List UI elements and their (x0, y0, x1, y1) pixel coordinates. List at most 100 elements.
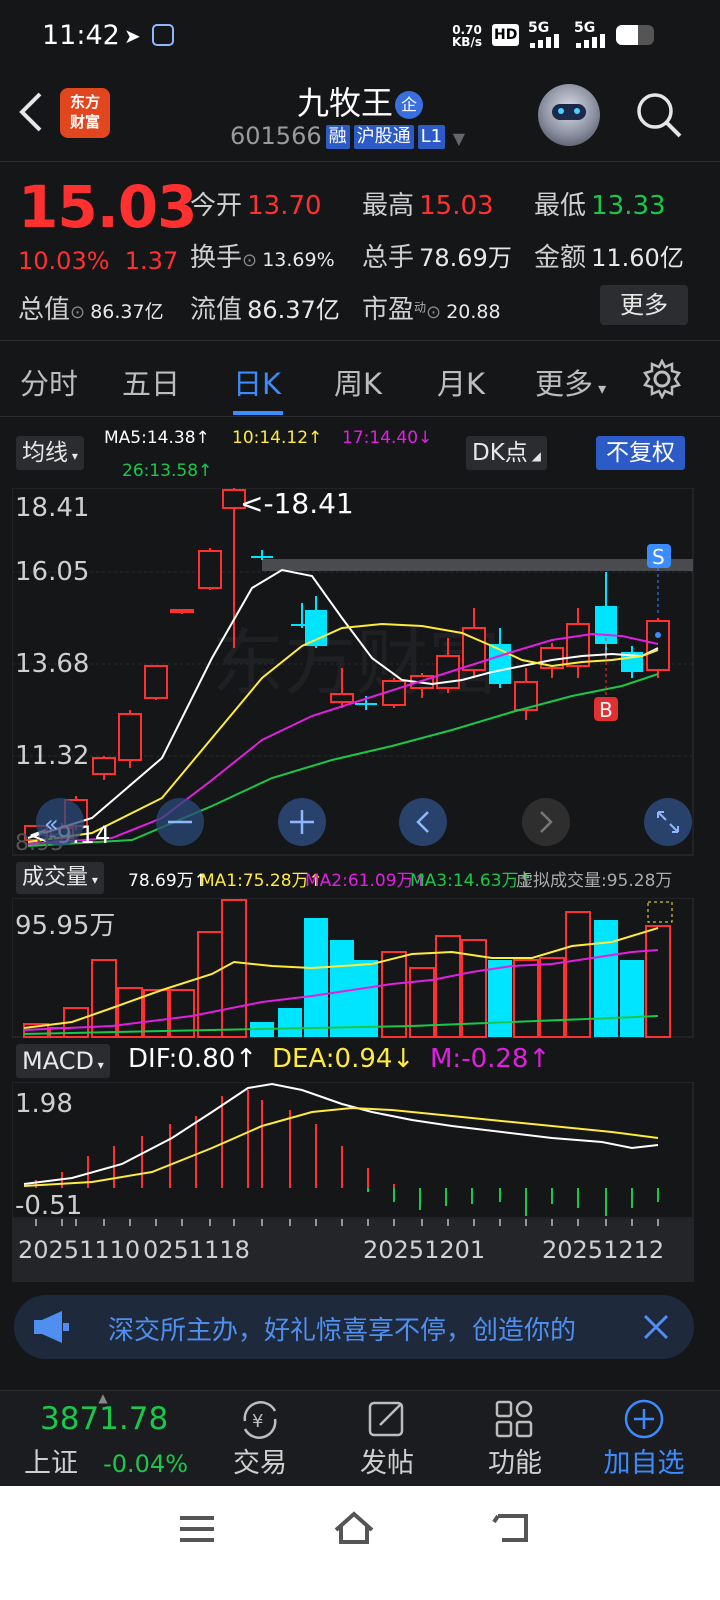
back-chevron-icon (19, 92, 42, 132)
date-label-2: 0251118 (143, 1236, 250, 1264)
tab-intraday[interactable]: 分时 (20, 361, 78, 403)
status-time: 11:42 (42, 20, 120, 51)
virtual-volume: 虚拟成交量:95.28万 (516, 871, 673, 891)
home-icon[interactable] (332, 1508, 376, 1548)
promo-text: 深交所主办，好礼惊喜享不停，创造你的 (108, 1316, 577, 1346)
volume-chart[interactable]: 95.95万 (12, 898, 694, 1038)
add-circle-icon (624, 1399, 664, 1439)
y-tick-top: 18.41 (15, 493, 89, 523)
back-button[interactable] (16, 90, 56, 140)
signal-1-icon (530, 34, 559, 48)
period-tabs: 分时 五日 日K 周K 月K 更多 ▾ (0, 341, 720, 417)
functions-button[interactable]: 功能 (473, 1397, 557, 1480)
y-tick-3: 13.68 (15, 649, 89, 679)
svg-text:¥: ¥ (252, 1411, 263, 1432)
scroll-right-button[interactable] (522, 798, 570, 846)
candle (144, 665, 168, 699)
dropdown-icon: ▾ (593, 379, 607, 398)
stock-header: 东方 财富 九牧王企 601566 融沪股通 L1 ▼ (0, 70, 720, 162)
index-change: -0.04% (103, 1450, 188, 1478)
fullscreen-button[interactable] (644, 798, 692, 846)
active-tab-indicator (233, 411, 283, 415)
y-tick-4: 11.32 (15, 741, 89, 771)
low-field: 最低 13.33 (534, 191, 666, 221)
volume-bar (354, 960, 378, 1037)
hd-icon: HD (492, 24, 520, 46)
volume-bar (330, 940, 354, 1037)
volume-current: 78.69万↑ (128, 871, 208, 891)
candle (355, 703, 377, 705)
candle (646, 620, 670, 671)
tab-weekly-k[interactable]: 周K (334, 361, 382, 403)
macd-y-top: 1.98 (15, 1089, 73, 1119)
signal-2-icon (576, 34, 605, 48)
virtual-volume-bar (647, 901, 673, 923)
yuan-cycle-icon: ¥ (243, 1401, 277, 1439)
candle (566, 623, 590, 667)
tab-monthly-k[interactable]: 月K (437, 361, 485, 403)
promo-banner[interactable]: 深交所主办，好礼惊喜享不停，创造你的 (14, 1295, 694, 1359)
date-label-3: 20251201 (363, 1236, 485, 1264)
tab-five-day[interactable]: 五日 (122, 361, 180, 403)
dropdown-icon: ▼ (452, 129, 466, 148)
tab-more[interactable]: 更多 ▾ (535, 361, 606, 403)
ma10-readout: 10:14.12↑ (232, 428, 323, 448)
assistant-avatar[interactable] (538, 84, 600, 146)
stock-name: 九牧王 (296, 84, 393, 122)
menu-icon[interactable] (178, 1512, 218, 1546)
mktcap-field[interactable]: 总值⊙ 86.37亿 (18, 289, 164, 326)
candle (118, 713, 142, 761)
trade-button[interactable]: ¥ 交易 (218, 1397, 302, 1480)
volume-ma3: MA3:14.63万↑ (410, 871, 533, 891)
eastmoney-logo[interactable]: 东方 财富 (60, 88, 110, 138)
enterprise-badge: 企 (395, 91, 423, 119)
macd-dif: DIF:0.80↑ (128, 1044, 258, 1074)
macd-chart[interactable]: 1.98 -0.51 20251110 0251118 20251201 202… (12, 1082, 694, 1282)
index-quote[interactable]: ▲ 3871.78 上证 -0.04% (18, 1391, 188, 1480)
turnover-field[interactable]: 换手⊙ 13.69% (190, 237, 335, 274)
grid-apps-icon (495, 1400, 533, 1438)
net-speed: 0.70 KB/s (452, 23, 482, 49)
close-icon[interactable] (642, 1313, 670, 1341)
price-change: 10.03% 1.37 (18, 247, 179, 275)
send-icon: ➤ (124, 24, 141, 48)
macd-indicator-select[interactable]: MACD ▾ (16, 1044, 110, 1078)
ma-indicator-select[interactable]: 均线 ▾ (16, 436, 84, 470)
amount-field: 金额 11.60亿 (534, 243, 684, 273)
back-nav-icon[interactable] (490, 1508, 534, 1548)
date-label-1: 20251110 (18, 1236, 140, 1264)
more-button[interactable]: 更多 (600, 285, 688, 325)
volume-bar (221, 899, 247, 1038)
pe-field[interactable]: 市盈动⊙ 20.88 (362, 289, 501, 326)
level-tag: L1 (417, 125, 446, 149)
tab-daily-k[interactable]: 日K (233, 361, 281, 403)
volume-bar (488, 960, 512, 1037)
ma26-readout: 26:13.58↑ (122, 461, 213, 481)
battery-icon (616, 25, 654, 45)
scroll-left-button[interactable] (399, 798, 447, 846)
volume-indicator-select[interactable]: 成交量 ▾ (16, 862, 104, 894)
settings-gear-icon[interactable] (642, 359, 682, 399)
float-field: 流值 86.37亿 (190, 295, 340, 325)
add-watchlist-button[interactable]: 加自选 (594, 1397, 694, 1480)
candle (92, 757, 116, 775)
volume-y-tick: 95.95万 (15, 911, 115, 941)
volume-field: 总手 78.69万 (362, 243, 512, 273)
macd-m: M:-0.28↑ (430, 1044, 551, 1074)
dk-point-button[interactable]: DK点 ◢ (466, 436, 547, 470)
open-field: 今开 13.70 (190, 191, 322, 221)
status-bar: 11:42 ➤ 0.70 KB/s HD 5G 5G (0, 0, 720, 70)
volume-bar (197, 931, 223, 1038)
stock-code-line[interactable]: 601566 融沪股通 L1 ▼ (230, 122, 465, 150)
macd-dea: DEA:0.94↓ (272, 1044, 415, 1074)
candle (198, 550, 222, 589)
adjust-mode-button[interactable]: 不复权 (596, 436, 685, 470)
bottom-toolbar: ▲ 3871.78 上证 -0.04% ¥ 交易 发帖 功能 加自选 (0, 1390, 720, 1486)
candle (251, 556, 273, 558)
info-icon: ⊙ (70, 302, 86, 323)
kline-chart[interactable]: 东方财富 18.41 16.05 13.68 11.32 8.95 <-18.4… (12, 488, 694, 856)
search-icon[interactable] (634, 90, 684, 140)
edit-icon (368, 1401, 404, 1437)
volume-bar (117, 987, 143, 1038)
post-button[interactable]: 发帖 (345, 1397, 429, 1480)
